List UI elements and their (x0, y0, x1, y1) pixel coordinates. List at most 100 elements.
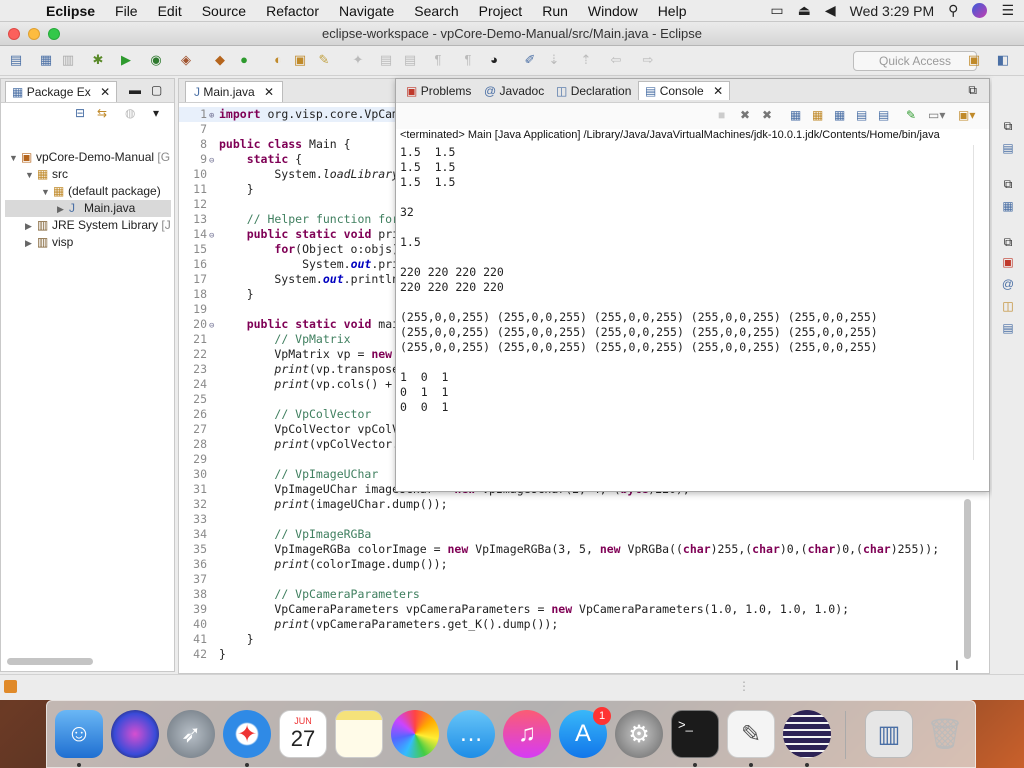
package-explorer-tab[interactable]: ▦ Package Ex ✕ (5, 81, 118, 102)
focus-on-active-task-icon[interactable]: ◍ (125, 106, 135, 120)
code-line[interactable]: 35 VpImageRGBa colorImage = new VpImageR… (179, 542, 969, 557)
terminal-icon[interactable]: >_ (671, 710, 719, 758)
clear-console-icon[interactable]: ▦ (790, 108, 801, 122)
launchpad-icon[interactable]: ➶ (167, 710, 215, 758)
maximize-view-icon[interactable]: ▢ (151, 83, 162, 97)
minimize-view-icon[interactable]: ▬ (129, 83, 141, 97)
menu-refactor[interactable]: Refactor (256, 3, 329, 19)
eject-icon[interactable]: ⏏ (798, 2, 811, 19)
block-selection-icon[interactable]: ▤ (402, 52, 418, 68)
photos-icon[interactable] (391, 710, 439, 758)
run-icon[interactable]: ▶ (118, 52, 134, 68)
show-on-stderr-icon[interactable]: ▤ (878, 108, 889, 122)
clock[interactable]: Wed 3:29 PM (850, 3, 935, 19)
tab-console[interactable]: ▤ Console ✕ (638, 81, 731, 100)
tree-item[interactable]: ▶ ▥ visp (25, 234, 73, 251)
back-icon[interactable]: ⇦ (608, 52, 624, 68)
new-java-project-icon[interactable]: ◆ (212, 52, 228, 68)
menu-navigate[interactable]: Navigate (329, 3, 404, 19)
tree-item[interactable]: ▶ J Main.java (5, 200, 171, 217)
word-wrap-icon[interactable]: ▦ (834, 108, 845, 122)
pin-editor-icon[interactable]: ✐ (522, 52, 538, 68)
code-line[interactable]: 32 print(imageUChar.dump()); (179, 497, 969, 512)
javadoc-icon[interactable]: @ (1000, 276, 1016, 292)
console-icon[interactable]: ▤ (1000, 320, 1016, 336)
menu-source[interactable]: Source (192, 3, 256, 19)
search-tool-icon[interactable]: ✎ (316, 52, 332, 68)
restore-icon[interactable]: ⧉ (1000, 234, 1016, 250)
display-mirroring-icon[interactable]: ▭ (770, 2, 783, 19)
itunes-icon[interactable]: ♫ (503, 710, 551, 758)
perspective-person-icon[interactable]: ◕ (486, 52, 502, 68)
code-line[interactable]: 41 } (179, 632, 969, 647)
menu-project[interactable]: Project (469, 3, 533, 19)
tab-declaration[interactable]: ◫ Declaration (550, 82, 637, 100)
eclipse-icon[interactable] (783, 710, 831, 758)
collapsed-arrow-icon[interactable]: ▶ (57, 201, 69, 218)
collapse-all-icon[interactable]: ⊟ (75, 106, 85, 120)
notes-icon[interactable] (335, 710, 383, 758)
annotation-icon[interactable]: ¶ (460, 52, 476, 68)
forward-icon[interactable]: ⇨ (640, 52, 656, 68)
notification-center-icon[interactable]: ☰ (1001, 2, 1014, 19)
collapsed-arrow-icon[interactable]: ▶ (25, 235, 37, 252)
tab-problems[interactable]: ▣ Problems (400, 82, 477, 100)
remove-launch-icon[interactable]: ✖ (740, 108, 750, 122)
scroll-lock-icon[interactable]: ▦ (812, 108, 823, 122)
code-line[interactable]: 38 // VpCameraParameters (179, 587, 969, 602)
show-whitespace-icon[interactable]: ¶ (430, 52, 446, 68)
console-vertical-scrollbar[interactable] (973, 145, 987, 460)
terminate-icon[interactable]: ■ (718, 108, 725, 122)
show-on-stdout-icon[interactable]: ▤ (856, 108, 867, 122)
editor-vertical-scrollbar[interactable] (964, 499, 971, 659)
code-line[interactable]: 39 VpCameraParameters vpCameraParameters… (179, 602, 969, 617)
code-line[interactable]: 42} (179, 647, 969, 662)
toggle-mark-occurrences-icon[interactable]: ✦ (350, 52, 366, 68)
close-tab-icon[interactable]: ✕ (713, 84, 723, 98)
print-icon[interactable]: ▥ (60, 52, 76, 68)
outline-icon[interactable]: ▦ (1000, 198, 1016, 214)
restore-icon[interactable]: ⧉ (1000, 118, 1016, 134)
display-selected-console-icon[interactable]: ▭▾ (928, 108, 945, 122)
menu-search[interactable]: Search (404, 3, 468, 19)
menu-app-name[interactable]: Eclipse (36, 3, 105, 19)
restore-icon[interactable]: ⧉ (1000, 176, 1016, 192)
trash-icon[interactable]: 🗑 (921, 710, 969, 758)
siri-app-icon[interactable] (111, 710, 159, 758)
declaration-icon[interactable]: ◫ (1000, 298, 1016, 314)
task-list-icon[interactable]: ▤ (1000, 140, 1016, 156)
tree-item[interactable]: ▼ ▦ (default package) (41, 183, 161, 200)
downloads-folder-icon[interactable]: ▥ (865, 710, 913, 758)
tab-javadoc[interactable]: @ Javadoc (478, 82, 550, 100)
expanded-arrow-icon[interactable]: ▼ (41, 184, 53, 201)
finder-icon[interactable]: ☺ (55, 710, 103, 758)
open-perspective-icon[interactable]: ▣ (966, 52, 982, 68)
menu-help[interactable]: Help (648, 3, 697, 19)
coverage-icon[interactable]: ◉ (148, 52, 164, 68)
rss-icon[interactable] (4, 680, 17, 693)
expanded-arrow-icon[interactable]: ▼ (25, 167, 37, 184)
view-menu-icon[interactable]: ▾ (153, 106, 159, 120)
messages-icon[interactable]: … (447, 710, 495, 758)
code-line[interactable]: 40 print(vpCameraParameters.get_K().dump… (179, 617, 969, 632)
code-line[interactable]: 37 (179, 572, 969, 587)
safari-icon[interactable]: ✦ (223, 710, 271, 758)
editor-tab-main-java[interactable]: J Main.java ✕ (185, 81, 284, 102)
menu-run[interactable]: Run (532, 3, 578, 19)
java-perspective-icon[interactable]: ◧ (995, 52, 1011, 68)
calendar-icon[interactable]: JUN 27 (279, 710, 327, 758)
spotlight-search-icon[interactable]: ⚲ (948, 2, 958, 19)
code-line[interactable]: 33 (179, 512, 969, 527)
pin-console-icon[interactable]: ✎ (906, 108, 916, 122)
previous-annotation-icon[interactable]: ⇡ (578, 52, 594, 68)
menu-file[interactable]: File (105, 3, 148, 19)
volume-icon[interactable]: ◀ (825, 2, 836, 19)
next-annotation-icon[interactable]: ⇣ (546, 52, 562, 68)
external-tools-icon[interactable]: ◈ (178, 52, 194, 68)
quick-access-input[interactable]: Quick Access (853, 51, 977, 71)
menu-window[interactable]: Window (578, 3, 648, 19)
menu-edit[interactable]: Edit (148, 3, 192, 19)
new-class-icon[interactable]: ● (236, 52, 252, 68)
expanded-arrow-icon[interactable]: ▼ (9, 150, 21, 167)
problems-icon[interactable]: ▣ (1000, 254, 1016, 270)
